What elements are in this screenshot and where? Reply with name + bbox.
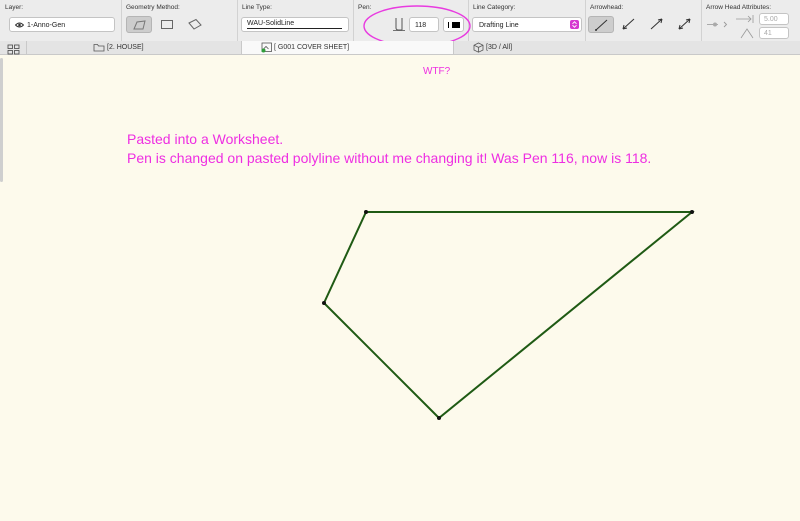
polyline-vertex[interactable] xyxy=(364,210,368,214)
polyline-vertex[interactable] xyxy=(437,416,441,420)
polyline-vertex[interactable] xyxy=(322,301,326,305)
drawing-canvas[interactable] xyxy=(0,0,800,521)
pasted-polyline[interactable] xyxy=(322,211,695,420)
polyline-vertex[interactable] xyxy=(690,210,694,214)
